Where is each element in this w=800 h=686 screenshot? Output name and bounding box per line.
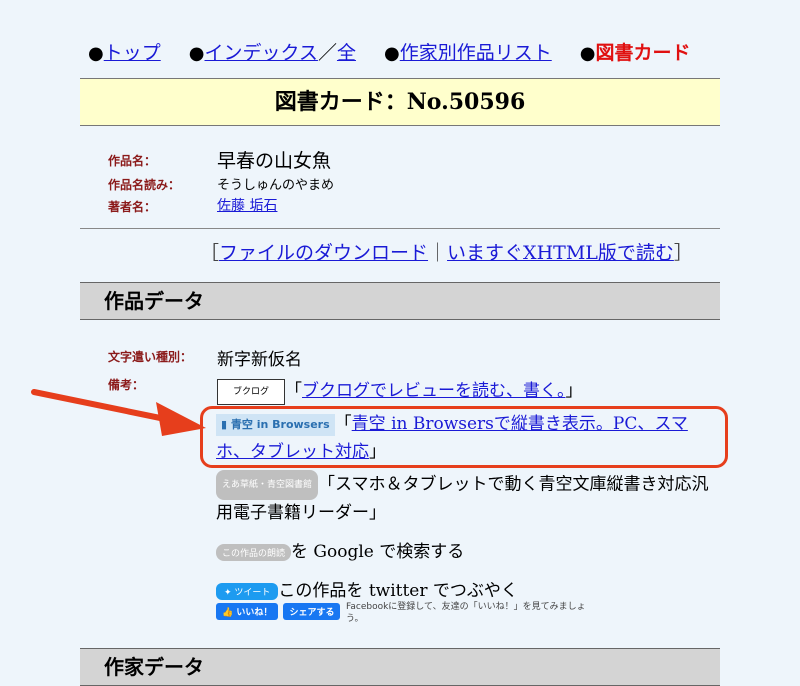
top-navigation: ●トップ ●インデックス／全 ●作家別作品リスト ●図書カード: [88, 38, 713, 65]
facebook-prompt: Facebookに登録して、友達の「いいね！」を見てみましょう。: [346, 602, 586, 624]
bullet-icon: ●: [579, 43, 596, 64]
ea-reader-badge[interactable]: えあ草紙・青空図書館: [216, 470, 319, 500]
recitation-badge[interactable]: この作品の朗読: [216, 544, 292, 561]
tweet-text: この作品を twitter でつぶやく: [278, 581, 518, 601]
google-search-row: この作品の朗読を Google で検索する: [216, 537, 464, 562]
tweet-button[interactable]: ✦ ツイート: [216, 583, 279, 600]
title-label: 作品名：: [108, 154, 157, 168]
download-file-link[interactable]: ファイルのダウンロード: [219, 242, 428, 264]
kana-type-label: 文字遣い種別：: [108, 350, 193, 364]
section-work-data: 作品データ: [80, 282, 720, 320]
kana-type-value: 新字新仮名: [217, 350, 302, 370]
nav-current-card: 図書カード: [595, 42, 691, 64]
work-reading: そうしゅんのやまめ: [217, 178, 335, 193]
ea-reader-row: えあ草紙・青空図書館 「スマホ＆タブレットで動く青空文庫縦書き対応汎用電子書籍リー…: [216, 470, 720, 526]
booklog-review-link[interactable]: ブクログでレビューを読む、書く。: [302, 381, 566, 401]
nav-top-link[interactable]: トップ: [104, 42, 161, 64]
booklog-row: ブクログ 「ブクログでレビューを読む、書く。」: [217, 376, 583, 405]
author-link[interactable]: 佐藤 垢石: [217, 195, 277, 215]
card-title: 図書カード：No.50596: [80, 78, 720, 126]
nav-index-link[interactable]: インデックス: [205, 42, 318, 64]
like-button[interactable]: 👍 いいね！: [216, 603, 279, 620]
thumbs-up-icon: 👍: [222, 608, 237, 618]
divider: [80, 228, 720, 229]
facebook-row: 👍 いいね！ シェアする: [216, 600, 341, 620]
work-title: 早春の山女魚: [217, 150, 332, 172]
reading-label: 作品名読み：: [108, 178, 181, 192]
share-button[interactable]: シェアする: [283, 603, 341, 620]
twitter-row: ✦ ツイート この作品を twitter でつぶやく: [216, 576, 518, 601]
nav-all-link[interactable]: 全: [337, 42, 356, 64]
arrow-annotation-icon: [31, 389, 206, 436]
booklog-icon[interactable]: ブクログ: [217, 378, 285, 405]
bullet-icon: ●: [188, 43, 205, 64]
author-label: 著者名：: [108, 200, 157, 214]
read-xhtml-link[interactable]: いますぐXHTML版で読む: [447, 242, 674, 264]
nav-separator: ／: [317, 42, 337, 64]
highlight-callout: [200, 406, 728, 468]
google-search-text: を Google で検索する: [291, 542, 465, 562]
nav-author-list-link[interactable]: 作家別作品リスト: [400, 42, 552, 64]
twitter-bird-icon: ✦: [224, 588, 235, 598]
bullet-icon: ●: [384, 43, 400, 64]
section-author-data: 作家データ: [80, 648, 720, 686]
download-bar: ［ファイルのダウンロード｜いますぐXHTML版で読む］: [200, 242, 693, 264]
bullet-icon: ●: [88, 43, 104, 64]
